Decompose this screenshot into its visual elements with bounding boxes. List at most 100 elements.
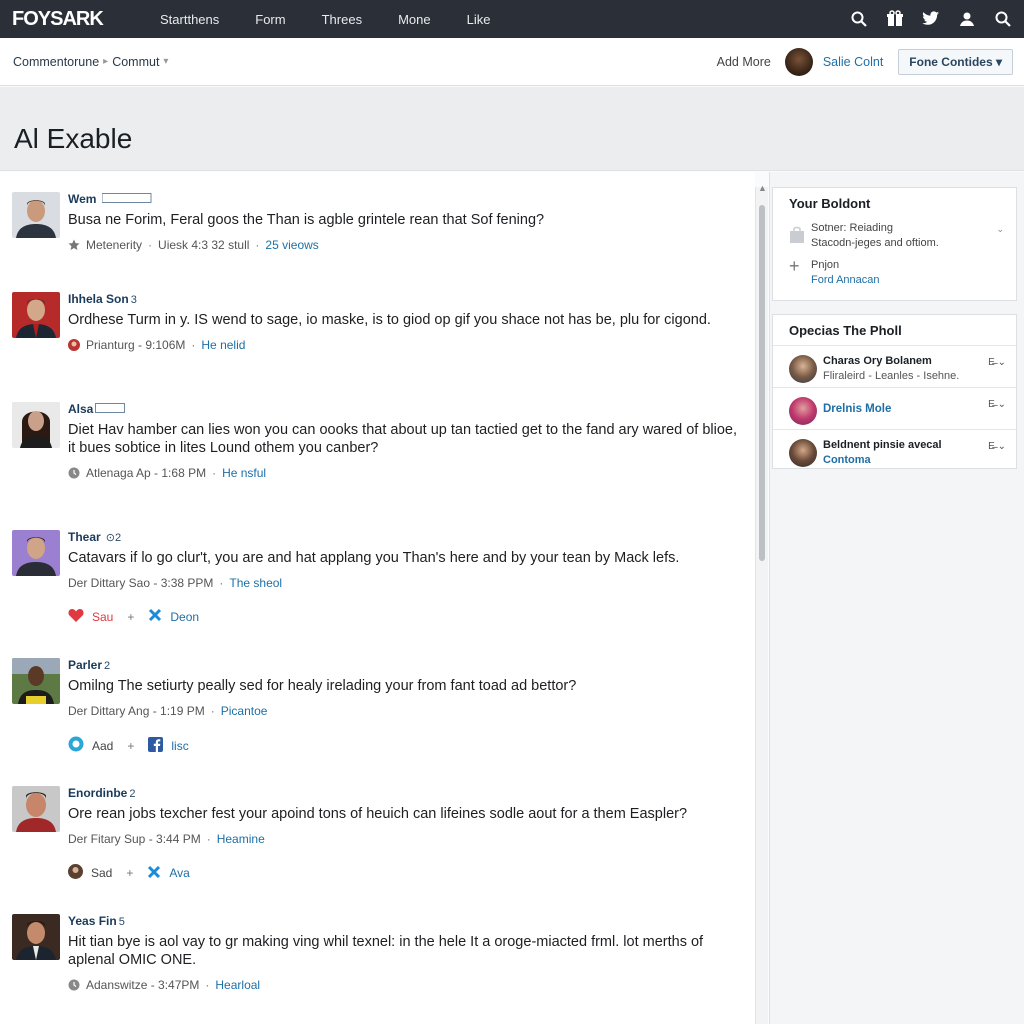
scroll-up-arrow-icon[interactable]: ▲ xyxy=(758,183,767,193)
list-item[interactable]: Drelnis Mole E̵̶ ⌄ xyxy=(773,387,1016,429)
drop-icon[interactable] xyxy=(68,736,84,755)
card-row-title[interactable]: Sotner: Reiading xyxy=(811,221,939,236)
post-author[interactable]: Parler xyxy=(68,658,102,672)
avatar[interactable] xyxy=(12,786,60,832)
post-helpful-link[interactable]: He nelid xyxy=(201,338,245,352)
post-badge xyxy=(95,403,126,416)
dismiss-button[interactable]: Ava xyxy=(169,866,189,880)
user-icon[interactable] xyxy=(958,10,976,28)
post-reply-link[interactable]: Hearloal xyxy=(215,978,260,992)
dismiss-button[interactable]: Deon xyxy=(170,610,199,624)
post-actions: Sau + Deon xyxy=(68,608,744,625)
person-name[interactable]: Beldnent pinsie avecal xyxy=(823,439,942,451)
gift-icon[interactable] xyxy=(886,10,904,28)
avatar[interactable] xyxy=(12,658,60,704)
post-views-link[interactable]: 25 vieows xyxy=(265,238,318,252)
person-menu-icon[interactable]: E̵̶ ⌄ xyxy=(988,357,1006,368)
list-item: Alsa Diet Hav hamber can lies won you ca… xyxy=(12,402,752,482)
avatar[interactable] xyxy=(12,402,60,448)
avatar[interactable] xyxy=(12,192,60,238)
list-item[interactable]: Charas Ory Bolanem Fliraleird - Leanles … xyxy=(773,345,1016,387)
person-name[interactable]: Drelnis Mole xyxy=(823,403,891,415)
avatar-mini-icon[interactable] xyxy=(68,864,83,882)
post-author[interactable]: Wem xyxy=(68,192,96,206)
post-timestamp: Der Dittary Sao - 3:38 PPM xyxy=(68,576,214,590)
post-meta: Adanswitze - 3:47PM · Hearloal xyxy=(68,978,744,992)
page-title: Al Exable xyxy=(14,123,133,154)
avatar[interactable] xyxy=(789,439,817,467)
post-meta: Metenerity · Uiesk 4:3 32 stull · 25 vie… xyxy=(68,238,744,252)
post-badge xyxy=(98,193,151,206)
sidebar-card: Opecias The Pholl Charas Ory Bolanem Fli… xyxy=(772,314,1017,469)
card-row-sub: Stacodn-jeges and oftiom. xyxy=(811,237,939,249)
person-menu-icon[interactable]: E̵̶ ⌄ xyxy=(988,399,1006,410)
person-subtitle[interactable]: Contoma xyxy=(823,454,871,466)
avatar[interactable] xyxy=(789,397,817,425)
post-actions: Aad + lisc xyxy=(68,736,744,755)
nav-item-startthens[interactable]: Startthens xyxy=(160,12,219,27)
post-text: Ordhese Turm in y. IS wend to sage, io m… xyxy=(68,312,711,328)
avatar[interactable] xyxy=(12,292,60,338)
nav-item-mone[interactable]: Mone xyxy=(398,12,431,27)
avatar[interactable] xyxy=(12,530,60,576)
nav-icon-group xyxy=(850,0,1012,38)
avatar[interactable] xyxy=(12,914,60,960)
post-badge: 3 xyxy=(130,294,137,306)
plus-icon[interactable]: + xyxy=(789,257,805,275)
bag-icon xyxy=(789,226,805,243)
post-author[interactable]: Ihhela Son xyxy=(68,292,129,306)
add-button[interactable]: Aad xyxy=(92,739,113,753)
post-author[interactable]: Enordinbe xyxy=(68,786,127,800)
search-icon[interactable] xyxy=(994,10,1012,28)
post-reply-link[interactable]: Heamine xyxy=(217,832,265,846)
post-category: Metenerity xyxy=(86,238,143,252)
nav-item-like[interactable]: Like xyxy=(467,12,491,27)
fone-contides-button[interactable]: Fone Contides ▾ xyxy=(898,49,1013,75)
close-icon[interactable] xyxy=(147,865,161,882)
site-logo[interactable]: FOYSARK xyxy=(12,8,132,31)
heart-icon[interactable] xyxy=(68,608,84,625)
avatar[interactable] xyxy=(789,355,817,383)
post-timestamp: Der Dittary Ang - 1:19 PM xyxy=(68,704,205,718)
twitter-icon[interactable] xyxy=(922,10,940,28)
card-row-link[interactable]: Ford Annacan xyxy=(811,273,880,288)
post-author[interactable]: Yeas Fin xyxy=(68,914,117,928)
post-actions: Sad + Ava xyxy=(68,864,744,882)
close-icon[interactable] xyxy=(148,608,162,625)
search-icon[interactable] xyxy=(850,10,868,28)
breadcrumb-item[interactable]: Commut xyxy=(112,55,159,69)
share-button[interactable]: lisc xyxy=(171,739,188,753)
feed-scrollbar[interactable]: ▲ xyxy=(755,183,768,1024)
card-row-title[interactable]: Pnjon xyxy=(811,258,880,273)
post-text: Diet Hav hamber can lies won you can ooo… xyxy=(68,422,738,456)
list-item: Enordinbe 2 Ore rean jobs texcher fest yo… xyxy=(12,786,752,886)
avatar[interactable] xyxy=(784,48,813,76)
nav-item-form[interactable]: Form xyxy=(255,12,285,27)
list-item: Thear ⊙2 Catavars if lo go clur't, you a… xyxy=(12,530,752,630)
post-badge: 5 xyxy=(118,916,125,928)
breadcrumb-item[interactable]: Commentorune xyxy=(13,55,99,69)
facebook-icon[interactable] xyxy=(148,736,164,755)
scrollbar-thumb[interactable] xyxy=(759,205,765,561)
clock-icon xyxy=(68,979,80,991)
post-helpful-link[interactable]: He nsful xyxy=(222,466,266,480)
sad-button[interactable]: Sad xyxy=(91,866,112,880)
chevron-down-icon[interactable]: ▾ xyxy=(163,56,168,67)
user-name-link[interactable]: Salie Colnt xyxy=(823,55,883,69)
post-reply-link[interactable]: The sheol xyxy=(229,576,282,590)
person-name[interactable]: Charas Ory Bolanem xyxy=(823,355,932,367)
post-meta: Atlenaga Ap - 1:68 PM · He nsful xyxy=(68,466,744,480)
chevron-down-icon[interactable]: ⌄ xyxy=(996,224,1004,235)
post-text: Omilng The setiurty peally sed for healy… xyxy=(68,678,577,694)
breadcrumb: Commentorune ▸ Commut ▾ xyxy=(13,55,168,69)
nav-item-threes[interactable]: Threes xyxy=(322,12,362,27)
post-author[interactable]: Alsa xyxy=(68,402,93,416)
post-author[interactable]: Thear xyxy=(68,530,101,544)
post-text: Busa ne Forim, Feral goos the Than is ag… xyxy=(68,212,545,228)
post-timestamp: Adanswitze - 3:47PM xyxy=(86,978,200,992)
list-item[interactable]: Beldnent pinsie avecal Contoma E̵̶ ⌄ xyxy=(773,429,1016,471)
person-menu-icon[interactable]: E̵̶ ⌄ xyxy=(988,441,1006,452)
post-reply-link[interactable]: Picantoe xyxy=(221,704,268,718)
add-more-link[interactable]: Add More xyxy=(717,55,771,69)
like-button[interactable]: Sau xyxy=(92,610,113,624)
